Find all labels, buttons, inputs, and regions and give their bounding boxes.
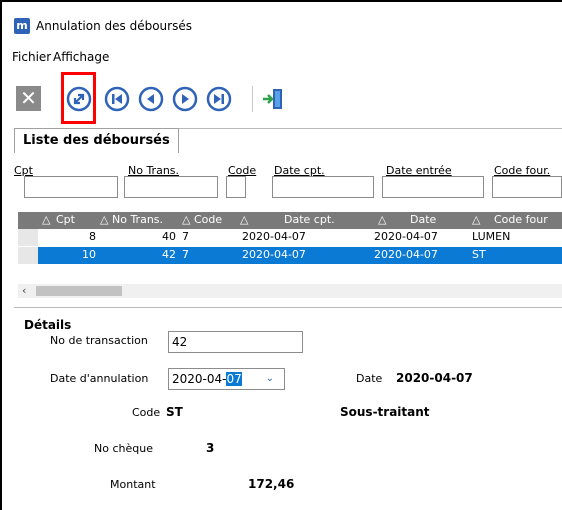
- window-title: Annulation des déboursés: [36, 19, 192, 33]
- column-header-code[interactable]: Code: [194, 213, 222, 226]
- filter-input-date-entree[interactable]: [382, 176, 484, 198]
- row-header[interactable]: [18, 247, 39, 264]
- column-header-date-cpt[interactable]: Date cpt.: [284, 213, 335, 226]
- cell-cpt: 10: [82, 248, 96, 261]
- sort-indicator-icon: △: [378, 213, 387, 226]
- scroll-left-icon[interactable]: ‹: [22, 284, 26, 297]
- montant-label: Montant: [110, 478, 156, 491]
- date-annulation-picker[interactable]: 2020-04-07 ⌄: [168, 368, 285, 390]
- cell-no-trans: 40: [162, 230, 176, 243]
- no-transaction-label: No de transaction: [50, 334, 148, 347]
- code-value: ST: [166, 405, 183, 419]
- cell-code: 7: [182, 230, 189, 243]
- date-label: Date: [356, 372, 383, 385]
- montant-value: 172,46: [248, 477, 295, 491]
- no-cheque-label: No chèque: [94, 442, 153, 455]
- previous-record-icon[interactable]: [138, 86, 164, 112]
- sort-indicator-icon: △: [240, 213, 249, 226]
- toolbar-separator: [252, 86, 253, 112]
- last-record-icon[interactable]: [206, 86, 232, 112]
- toolbar-highlight-box: [61, 72, 96, 124]
- menu-affichage[interactable]: Affichage: [53, 50, 109, 64]
- column-header-date[interactable]: Date: [410, 213, 436, 226]
- cell-code-four: LUMEN: [472, 230, 511, 243]
- table-row-selected[interactable]: 10 42 7 2020-04-07 2020-04-07 ST: [38, 247, 562, 264]
- menu-fichier[interactable]: Fichier: [12, 50, 51, 64]
- code-description: Sous-traitant: [340, 405, 430, 419]
- column-header-cpt[interactable]: Cpt: [56, 213, 75, 226]
- next-record-icon[interactable]: [172, 86, 198, 112]
- filter-input-code-four[interactable]: [492, 176, 562, 198]
- close-icon[interactable]: ✕: [16, 86, 41, 111]
- date-annulation-label: Date d'annulation: [50, 372, 149, 385]
- cell-date-cpt: 2020-04-07: [242, 248, 306, 261]
- filter-input-no-trans[interactable]: [124, 176, 218, 198]
- filter-input-cpt[interactable]: [24, 176, 118, 198]
- column-header-no-trans[interactable]: No Trans.: [112, 213, 163, 226]
- grid-header: △ Cpt △ No Trans. △ Code △ Date cpt. △ D…: [18, 212, 562, 229]
- filter-input-date-cpt[interactable]: [272, 176, 374, 198]
- first-record-icon[interactable]: [104, 86, 130, 112]
- application-window: m Annulation des déboursés Fichier Affic…: [0, 0, 562, 510]
- tab-liste-des-debourses[interactable]: Liste des déboursés: [14, 128, 179, 153]
- cell-no-trans: 42: [162, 248, 176, 261]
- date-annulation-prefix: 2020-04-: [172, 372, 227, 386]
- sort-indicator-icon: △: [472, 213, 481, 226]
- no-cheque-value: 3: [206, 441, 215, 455]
- no-transaction-field[interactable]: 42: [168, 331, 303, 353]
- date-value: 2020-04-07: [396, 371, 473, 385]
- menu-bar: Fichier Affichage: [2, 46, 562, 68]
- chevron-down-icon[interactable]: ⌄: [266, 369, 274, 389]
- table-row[interactable]: 8 40 7 2020-04-07 2020-04-07 LUMEN: [18, 229, 562, 246]
- sort-indicator-icon: △: [182, 213, 191, 226]
- date-annulation-selected-part: 07: [226, 372, 242, 386]
- app-logo-icon: m: [14, 18, 30, 34]
- code-label: Code: [132, 406, 161, 419]
- cell-date-cpt: 2020-04-07: [242, 230, 306, 243]
- cell-code: 7: [182, 248, 189, 261]
- cell-code-four: ST: [472, 248, 486, 261]
- cell-cpt: 8: [89, 230, 96, 243]
- cell-date: 2020-04-07: [374, 230, 438, 243]
- column-header-code-four[interactable]: Code four: [494, 213, 548, 226]
- exit-door-icon[interactable]: [260, 86, 286, 112]
- title-bar: m Annulation des déboursés: [2, 2, 562, 42]
- sort-indicator-icon: △: [42, 213, 51, 226]
- filter-input-code[interactable]: [226, 176, 246, 198]
- cell-date: 2020-04-07: [374, 248, 438, 261]
- details-section-label: Détails: [24, 318, 72, 332]
- sort-indicator-icon: △: [100, 213, 109, 226]
- scrollbar-thumb[interactable]: [36, 286, 122, 296]
